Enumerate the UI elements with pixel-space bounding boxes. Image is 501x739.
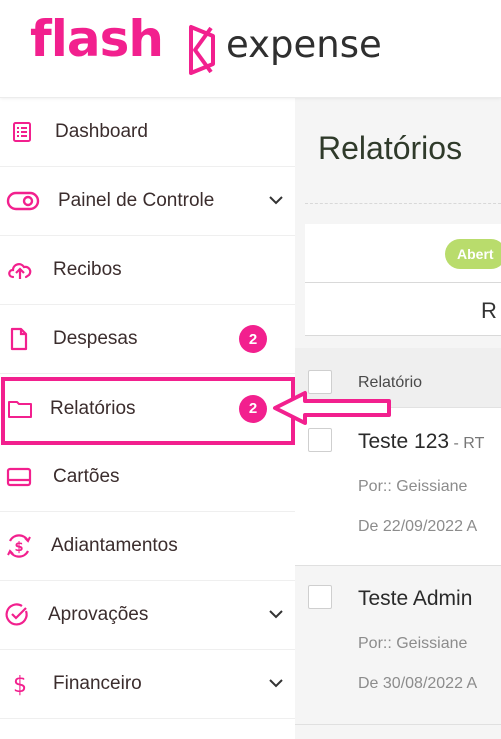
tab-label[interactable]: R: [481, 298, 497, 324]
status-filter-tab[interactable]: Abert: [445, 239, 501, 269]
sidebar-item-label: Aprovações: [48, 604, 149, 625]
sidebar-item-cartoes[interactable]: Cartões: [0, 443, 295, 512]
app-header: flash expense: [0, 0, 501, 98]
sidebar-item-label: Relatórios: [50, 397, 136, 419]
divider: [305, 282, 501, 283]
report-date-range: De 30/08/2022 A: [358, 675, 478, 692]
document-icon: [5, 325, 33, 353]
dollar-icon: $: [6, 670, 34, 698]
sidebar-item-label: Cartões: [53, 466, 120, 487]
sidebar-item-label: Painel de Controle: [58, 190, 215, 211]
sidebar-item-label: Dashboard: [55, 121, 148, 142]
row-checkbox[interactable]: [308, 585, 332, 609]
refresh-dollar-icon: $: [5, 532, 33, 560]
cloud-upload-icon: [6, 256, 34, 284]
report-code: - RT: [449, 435, 485, 452]
report-date-range: De 22/09/2022 A: [358, 518, 478, 535]
sidebar-item-despesas[interactable]: Despesas 2: [0, 305, 295, 374]
sidebar-item-financeiro[interactable]: $ Financeiro: [0, 650, 295, 719]
chevron-down-icon[interactable]: [269, 192, 283, 210]
sidebar-item-recibos[interactable]: Recibos: [0, 236, 295, 305]
chevron-down-icon[interactable]: [269, 606, 283, 624]
report-author: Por:: Geissiane: [358, 478, 468, 495]
divider: [305, 203, 501, 204]
count-badge: 2: [239, 394, 267, 423]
page-title: Relatórios: [318, 130, 463, 166]
check-circle-icon: [3, 601, 31, 629]
sidebar: Dashboard Painel de Controle Recibos Des…: [0, 98, 295, 739]
dashboard-list-icon: [8, 118, 36, 146]
sidebar-item-label: Financeiro: [53, 673, 142, 694]
divider: [305, 335, 501, 336]
folder-icon: [6, 395, 34, 423]
sidebar-item-label: Despesas: [53, 328, 138, 349]
sidebar-item-label: Recibos: [53, 259, 122, 280]
table-row[interactable]: Teste Admin Por:: Geissiane De 30/08/202…: [295, 567, 501, 725]
count-badge: 2: [239, 325, 267, 353]
toggle-icon: [6, 187, 40, 215]
sidebar-item-adiantamentos[interactable]: $ Adiantamentos: [0, 512, 295, 581]
sidebar-item-dashboard[interactable]: Dashboard: [0, 98, 295, 167]
logo-flash-text: flash: [30, 10, 164, 68]
svg-text:$: $: [14, 540, 23, 555]
report-title[interactable]: Teste 123 - RT: [358, 430, 484, 454]
chevron-down-icon[interactable]: [269, 675, 283, 693]
report-title[interactable]: Teste Admin: [358, 587, 472, 611]
flash-logo-icon: [184, 24, 218, 81]
sidebar-item-relatorios[interactable]: Relatórios 2: [0, 374, 295, 443]
sidebar-item-aprovacoes[interactable]: Aprovações: [0, 581, 295, 650]
card-icon: [5, 463, 33, 491]
report-author: Por:: Geissiane: [358, 635, 468, 652]
svg-text:$: $: [13, 673, 27, 697]
sidebar-item-label: Adiantamentos: [51, 535, 178, 556]
sidebar-item-painel-de-controle[interactable]: Painel de Controle: [0, 167, 295, 236]
arrow-left-icon: [272, 388, 394, 433]
logo-expense-text: expense: [226, 23, 382, 66]
